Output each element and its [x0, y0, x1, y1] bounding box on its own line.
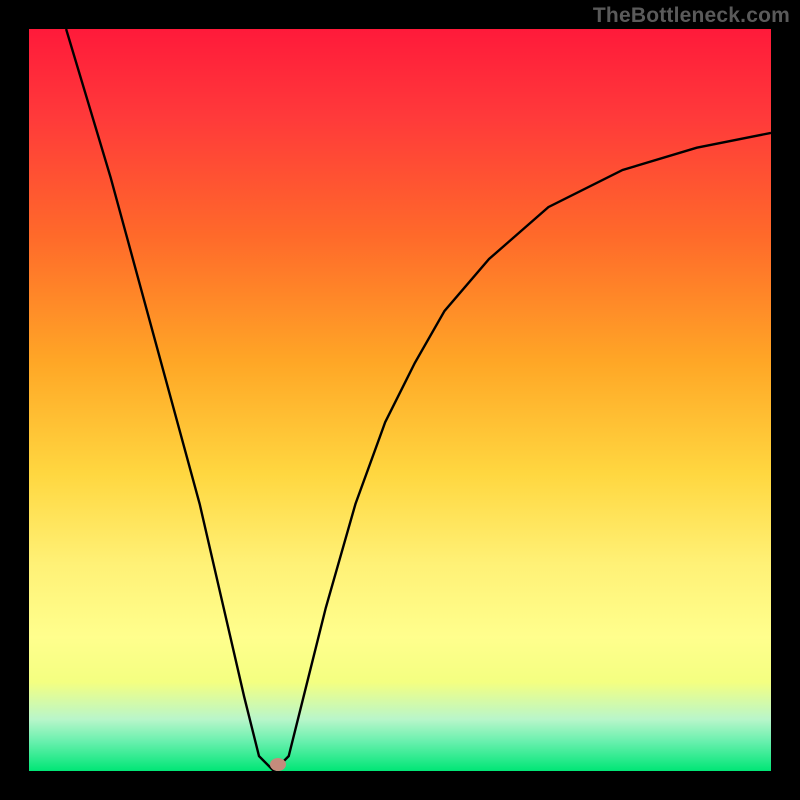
watermark-text: TheBottleneck.com: [593, 4, 790, 28]
plot-area: [29, 29, 771, 771]
chart-frame: TheBottleneck.com: [0, 0, 800, 800]
curve-layer: [29, 29, 771, 771]
min-marker-dot: [270, 758, 286, 771]
bottleneck-curve: [66, 29, 771, 771]
